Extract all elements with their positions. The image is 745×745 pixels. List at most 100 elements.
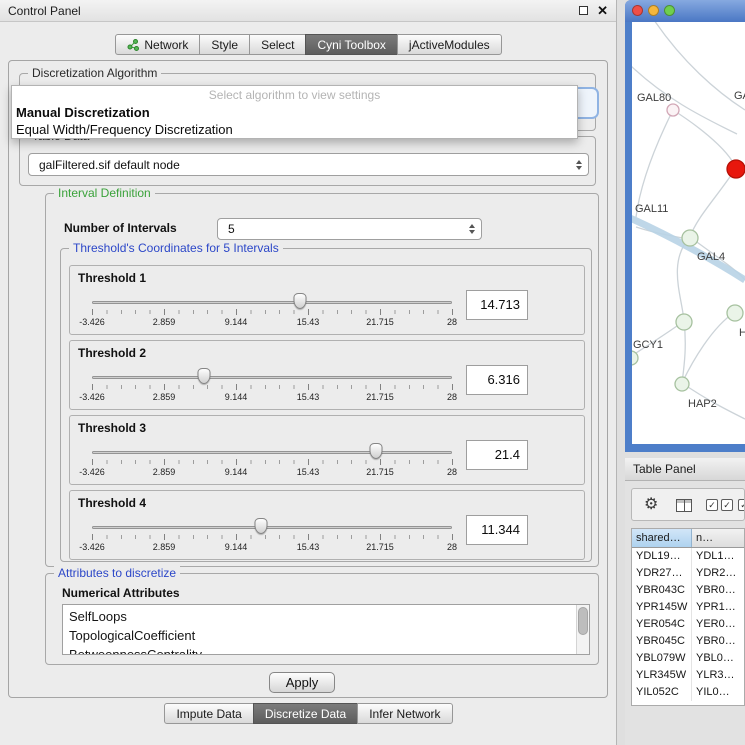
minimize-traffic-light[interactable] [648,5,659,16]
scale-label: 21.715 [366,542,394,552]
scale-label: 2.859 [153,317,176,327]
dropdown-option-manual-discretization[interactable]: Manual Discretization [12,104,577,121]
columns-icon[interactable] [676,499,692,512]
network-canvas[interactable]: GAL80 GA GAL11 GAL4 GCY1 H HAP2 [632,22,745,444]
table-row[interactable]: YBL079WYBL0… [632,650,744,667]
thick-edge[interactable] [632,218,745,280]
tab-jactivemodules[interactable]: jActiveModules [397,34,502,55]
threshold-slider[interactable]: -3.4262.8599.14415.4321.71528 [92,517,452,557]
apply-button[interactable]: Apply [269,672,335,693]
network-node[interactable] [667,104,679,116]
scale-label: 2.859 [153,392,176,402]
tab-infer-network[interactable]: Infer Network [357,703,452,724]
node-label-partial: GA [734,90,745,102]
threshold-slider[interactable]: -3.4262.8599.14415.4321.71528 [92,292,452,332]
number-of-intervals-label: Number of Intervals [64,221,177,235]
checkbox-icon[interactable]: ✓ [721,499,733,511]
slider-minor-ticks [92,535,452,539]
tab-style[interactable]: Style [199,34,250,55]
threshold-panel-3: Threshold 3 -3.4262.8599.14415.4321.7152… [69,415,585,485]
threshold-value-field[interactable]: 14.713 [466,290,528,320]
threshold-slider[interactable]: -3.4262.8599.14415.4321.71528 [92,367,452,407]
checkbox-icon[interactable]: ✓ [706,499,718,511]
table-cell: YBR045C [632,633,692,650]
node-label-gal4: GAL4 [697,251,725,263]
threshold-value-field[interactable]: 11.344 [466,515,528,545]
combobox-value: galFiltered.sif default node [39,154,180,177]
threshold-label: Threshold 4 [78,496,146,510]
dropdown-option-equal-width-frequency[interactable]: Equal Width/Frequency Discretization [12,121,577,138]
table-row[interactable]: YER054CYER0… [632,616,744,633]
table-cell: YLR345W [632,667,692,684]
stepper-arrows-icon [576,160,582,170]
table-data-combobox[interactable]: galFiltered.sif default node [28,153,589,176]
network-node[interactable] [682,230,698,246]
slider-thumb[interactable] [255,518,268,534]
table-row[interactable]: YBR043CYBR0… [632,582,744,599]
scale-label: 15.43 [297,542,320,552]
network-node[interactable] [727,305,743,321]
table-cell: YDL19… [632,548,692,565]
numerical-attributes-list[interactable]: SelfLoopsTopologicalCoefficientBetweenne… [62,604,590,655]
table-cell: YIL052C [632,684,692,701]
control-panel-titlebar[interactable]: Control Panel ✕ [0,0,616,22]
tab-cyni-toolbox[interactable]: Cyni Toolbox [305,34,397,55]
table-toolbar: ⚙ ✓ ✓ ✓ [631,488,745,521]
group-title: Threshold's Coordinates for 5 Intervals [69,241,283,255]
number-of-intervals-combobox[interactable]: 5 [217,218,482,240]
numerical-attribute-item[interactable]: BetweennessCentrality [63,645,589,655]
combobox-value: 5 [228,219,235,240]
table-row[interactable]: YDR27…YDR2… [632,565,744,582]
tab-label: Discretize Data [265,707,346,721]
table-row[interactable]: YBR045CYBR0… [632,633,744,650]
table-panel-titlebar[interactable]: Table Panel [625,458,745,481]
table-row[interactable]: YPR145WYPR1… [632,599,744,616]
network-icon [127,39,139,51]
checkbox-icon[interactable]: ✓ [738,499,745,511]
scale-label: 15.43 [297,317,320,327]
numerical-attribute-item[interactable]: SelfLoops [63,605,589,626]
threshold-value-field[interactable]: 6.316 [466,365,528,395]
tab-impute-data[interactable]: Impute Data [164,703,253,724]
table-header-row: shared… n… [632,529,744,548]
slider-thumb[interactable] [293,293,306,309]
close-traffic-light[interactable] [632,5,643,16]
threshold-value-field[interactable]: 21.4 [466,440,528,470]
network-node-red[interactable] [727,160,745,178]
gear-icon[interactable]: ⚙ [644,496,658,514]
table-row[interactable]: YDL19…YDL1… [632,548,744,565]
slider-minor-ticks [92,310,452,314]
scrollbar[interactable] [576,605,589,654]
slider-track[interactable] [92,451,452,454]
network-node[interactable] [632,351,638,365]
column-header-shared-name[interactable]: shared… [632,529,692,547]
network-node[interactable] [676,314,692,330]
close-icon[interactable]: ✕ [597,0,608,22]
tab-discretize-data[interactable]: Discretize Data [253,703,358,724]
float-window-icon[interactable] [579,6,588,15]
tab-network[interactable]: Network [115,34,200,55]
slider-track[interactable] [92,526,452,529]
column-header-name[interactable]: n… [692,529,744,547]
scale-label: 15.43 [297,392,320,402]
scrollbar-thumb[interactable] [578,607,588,635]
scale-label: 9.144 [225,467,248,477]
slider-track[interactable] [92,376,452,379]
slider-thumb[interactable] [197,368,210,384]
slider-track[interactable] [92,301,452,304]
table-row[interactable]: YIL052CYIL0… [632,684,744,701]
node-label-gal80: GAL80 [637,92,671,104]
table-cell: YPR145W [632,599,692,616]
network-window-titlebar[interactable] [625,0,745,22]
attributes-to-discretize-group: Attributes to discretize Numerical Attri… [45,573,599,665]
numerical-attribute-item[interactable]: TopologicalCoefficient [63,626,589,645]
threshold-slider[interactable]: -3.4262.8599.14415.4321.71528 [92,442,452,482]
scale-label: 21.715 [366,392,394,402]
table-row[interactable]: YLR345WYLR3… [632,667,744,684]
network-node[interactable] [675,377,689,391]
threshold-panel-2: Threshold 2 -3.4262.8599.14415.4321.7152… [69,340,585,410]
slider-thumb[interactable] [370,443,383,459]
tab-select[interactable]: Select [249,34,306,55]
screen: Control Panel ✕ Network Style Select Cyn… [0,0,745,745]
zoom-traffic-light[interactable] [664,5,675,16]
